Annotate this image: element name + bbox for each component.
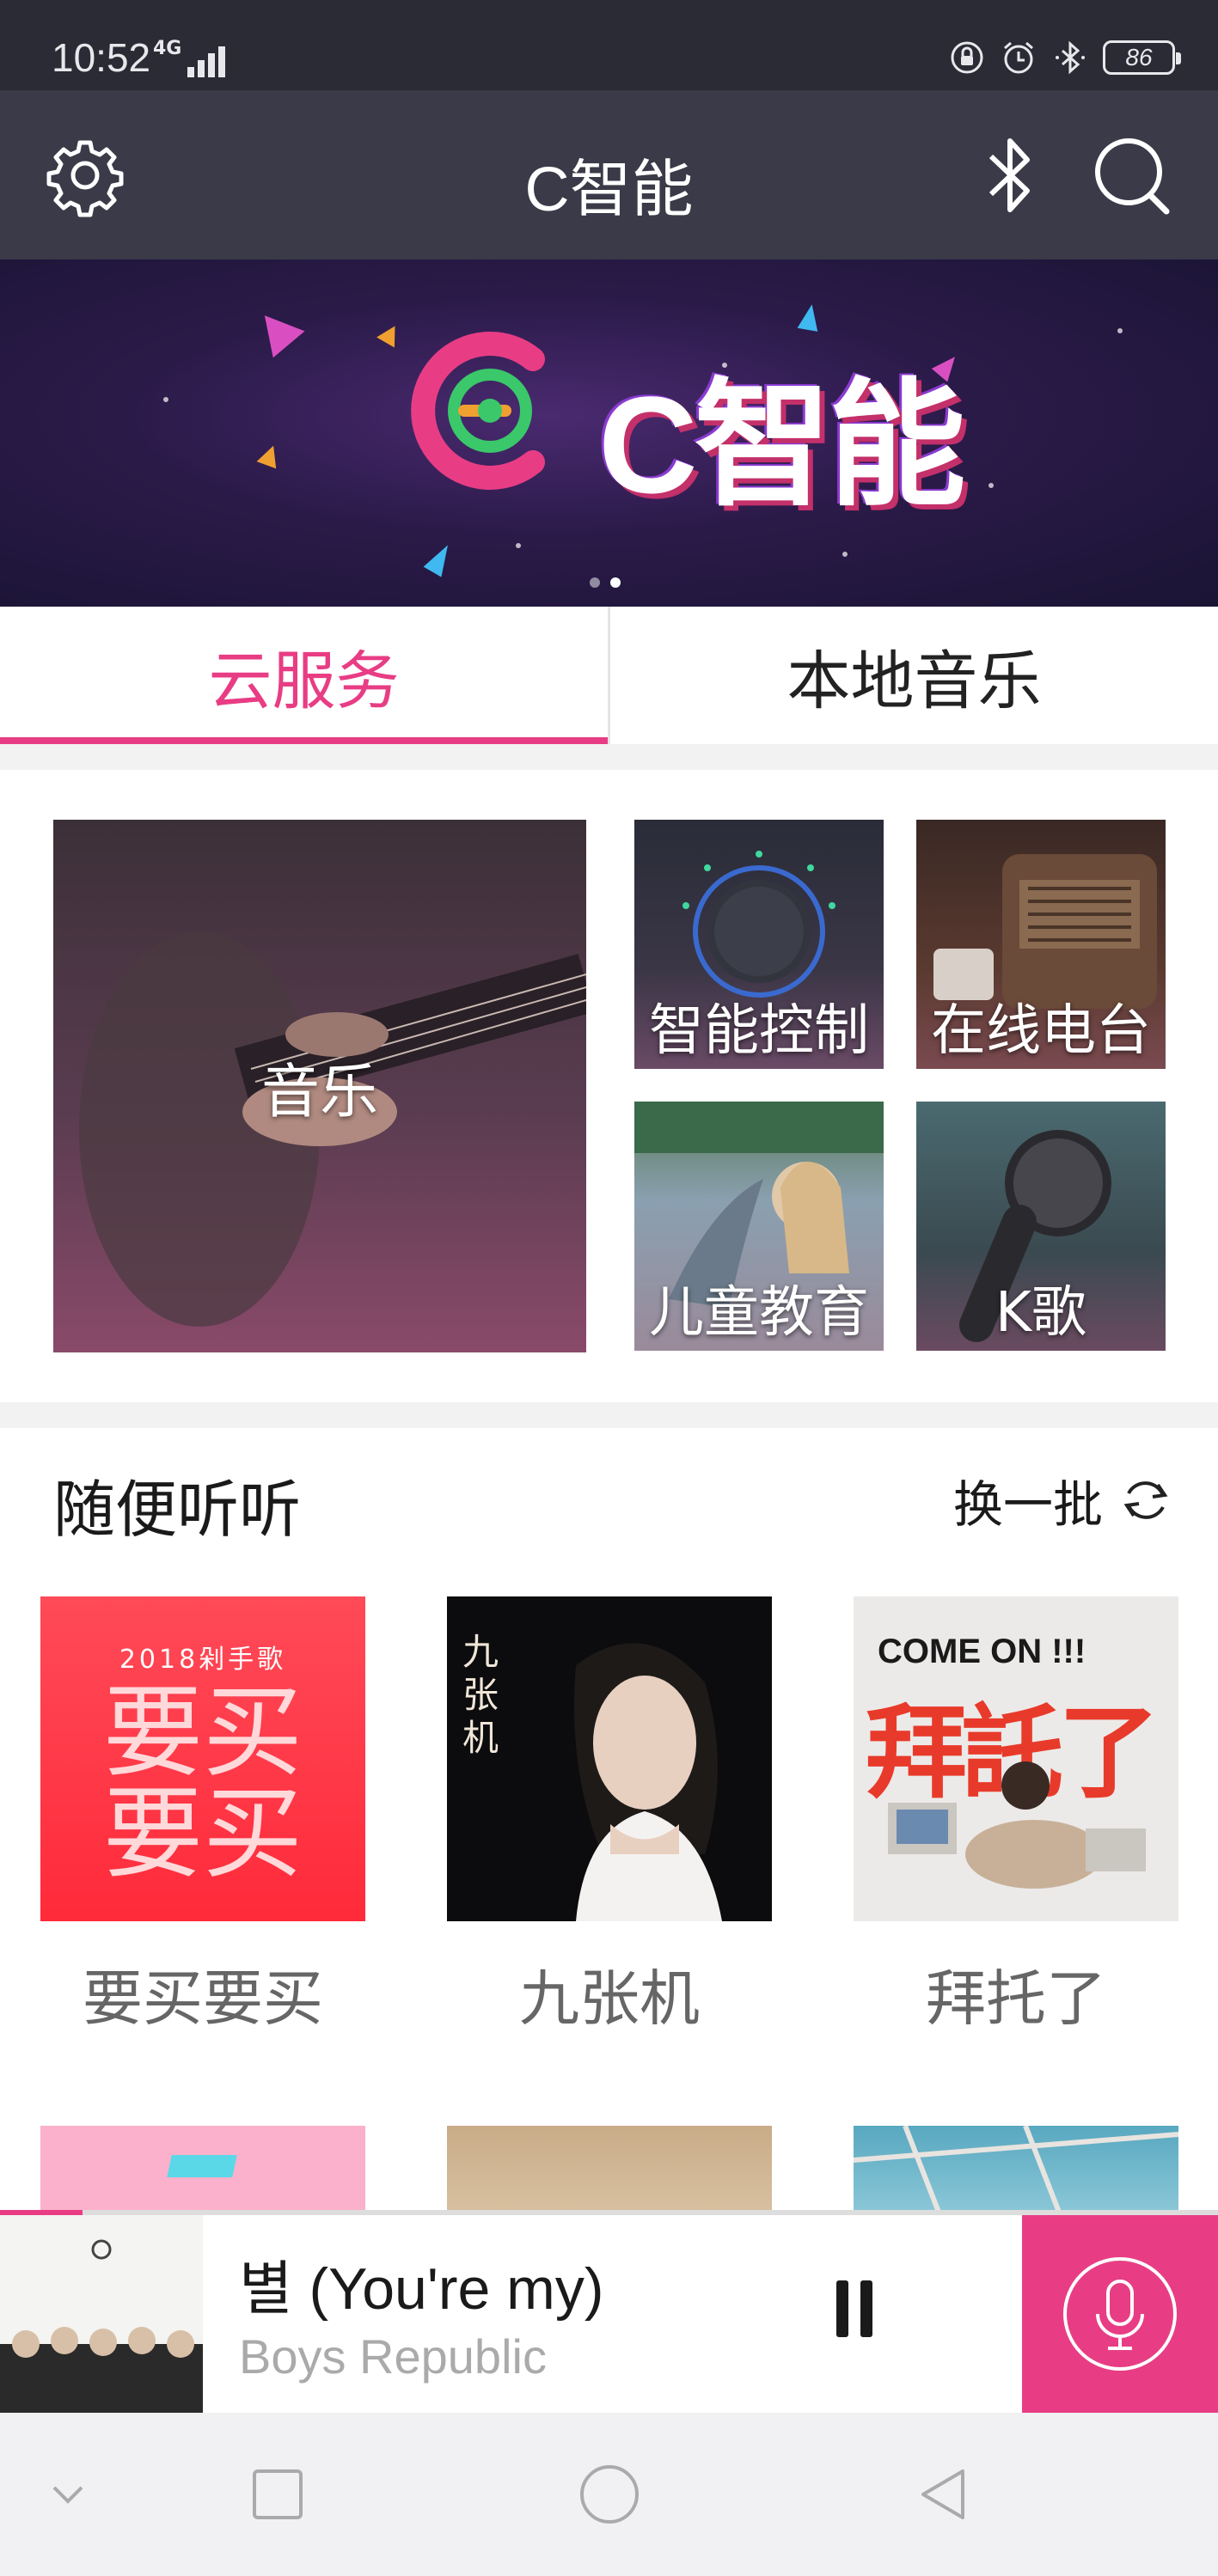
banner-dot-active[interactable] bbox=[610, 577, 621, 588]
pause-icon bbox=[836, 2280, 848, 2337]
album-card[interactable] bbox=[447, 2126, 772, 2214]
category-label: K歌 bbox=[995, 1281, 1086, 1345]
brand-logo bbox=[411, 332, 545, 490]
album-card[interactable]: 九张机 九张机 bbox=[447, 1596, 772, 2037]
nav-recents-button[interactable] bbox=[239, 2456, 316, 2533]
song-artist: Boys Republic bbox=[239, 2329, 547, 2384]
banner-dot[interactable] bbox=[590, 577, 600, 588]
pause-button[interactable] bbox=[820, 2262, 889, 2356]
album-card[interactable] bbox=[40, 2126, 365, 2214]
nav-collapse-button[interactable] bbox=[29, 2456, 107, 2533]
tab-local-music[interactable]: 本地音乐 bbox=[610, 607, 1218, 744]
tab-cloud-service[interactable]: 云服务 bbox=[0, 607, 608, 744]
random-listen-section: 随便听听 换一批 2018剁手歌 要买要买 要买要买 九张机 九张机 COME … bbox=[0, 1428, 1218, 2214]
album-card[interactable]: 2018剁手歌 要买要买 要买要买 bbox=[40, 1596, 365, 2037]
song-title: 별 (You're my) bbox=[239, 2256, 604, 2322]
system-navbar bbox=[0, 2413, 1218, 2576]
category-online-radio[interactable]: 在线电台 bbox=[916, 820, 1166, 1069]
album-cover[interactable]: 九张机 bbox=[447, 1596, 772, 1921]
chevron-down-icon bbox=[52, 2486, 83, 2504]
refresh-icon bbox=[1123, 1481, 1168, 1519]
status-bar: 10:52 4G 86 bbox=[0, 0, 1218, 90]
cover-title: 要买要买 bbox=[103, 1675, 303, 1892]
album-art-illustration bbox=[888, 1761, 1146, 1889]
category-karaoke[interactable]: K歌 bbox=[916, 1102, 1166, 1351]
signal-icon bbox=[187, 43, 230, 77]
status-time: 10:52 bbox=[52, 35, 151, 80]
refresh-label: 换一批 bbox=[952, 1475, 1103, 1534]
category-label: 儿童教育 bbox=[649, 1281, 869, 1345]
album-name: 九张机 bbox=[519, 1963, 700, 2034]
category-label: 在线电台 bbox=[931, 999, 1151, 1063]
microphone-icon bbox=[1063, 2257, 1177, 2371]
album-card[interactable]: COME ON !!! 拜託了 拜托了 bbox=[854, 1596, 1178, 2037]
album-cover[interactable] bbox=[447, 2126, 772, 2214]
mini-player[interactable]: 별 (You're my) Boys Republic bbox=[0, 2210, 1218, 2413]
bluetooth-status-icon bbox=[1051, 39, 1089, 76]
network-type: 4G bbox=[153, 38, 182, 59]
bluetooth-button[interactable] bbox=[963, 128, 1057, 223]
tab-bar: 云服务 本地音乐 bbox=[0, 607, 1218, 744]
category-music[interactable]: 音乐 bbox=[53, 820, 586, 1352]
app-header: C智能 bbox=[0, 90, 1218, 259]
battery-indicator: 86 bbox=[1103, 40, 1181, 75]
alarm-icon bbox=[1000, 39, 1037, 76]
nav-home-button[interactable] bbox=[571, 2456, 648, 2533]
category-grid: 音乐 智能控制 在线电台 儿童教育 K歌 bbox=[0, 770, 1218, 1402]
album-cover[interactable] bbox=[40, 2126, 365, 2214]
home-icon bbox=[580, 2465, 639, 2524]
album-cover[interactable]: 2018剁手歌 要买要买 bbox=[40, 1596, 365, 1921]
search-button[interactable] bbox=[1085, 128, 1179, 223]
album-name: 要买要买 bbox=[83, 1963, 323, 2034]
album-cover[interactable]: COME ON !!! 拜託了 bbox=[854, 1596, 1178, 1921]
album-name: 拜托了 bbox=[926, 1963, 1106, 2034]
lock-rotation-icon bbox=[948, 39, 986, 76]
banner-title: C智能 bbox=[598, 368, 966, 522]
category-label: 智能控制 bbox=[649, 999, 869, 1063]
banner-pagination bbox=[590, 577, 621, 588]
cover-subtitle: 2018剁手歌 bbox=[119, 1645, 287, 1675]
category-kids-education[interactable]: 儿童教育 bbox=[634, 1102, 884, 1351]
recent-apps-icon bbox=[253, 2469, 303, 2519]
bluetooth-icon bbox=[988, 138, 1030, 212]
album-card[interactable] bbox=[854, 2126, 1178, 2214]
voice-button[interactable] bbox=[1022, 2215, 1218, 2413]
search-icon bbox=[1095, 138, 1170, 215]
category-label: 音乐 bbox=[260, 1058, 378, 1126]
cover-title: 九张机 bbox=[462, 1631, 499, 1759]
nav-back-button[interactable] bbox=[904, 2456, 982, 2533]
now-playing-cover[interactable] bbox=[0, 2215, 203, 2413]
refresh-button[interactable]: 换一批 bbox=[953, 1464, 1173, 1536]
back-icon bbox=[921, 2469, 964, 2519]
band-photo-illustration bbox=[0, 2239, 203, 2413]
section-title: 随便听听 bbox=[53, 1474, 302, 1546]
promo-banner[interactable]: C智能 bbox=[0, 259, 1218, 607]
album-cover[interactable] bbox=[854, 2126, 1178, 2214]
category-smart-control[interactable]: 智能控制 bbox=[634, 820, 884, 1069]
